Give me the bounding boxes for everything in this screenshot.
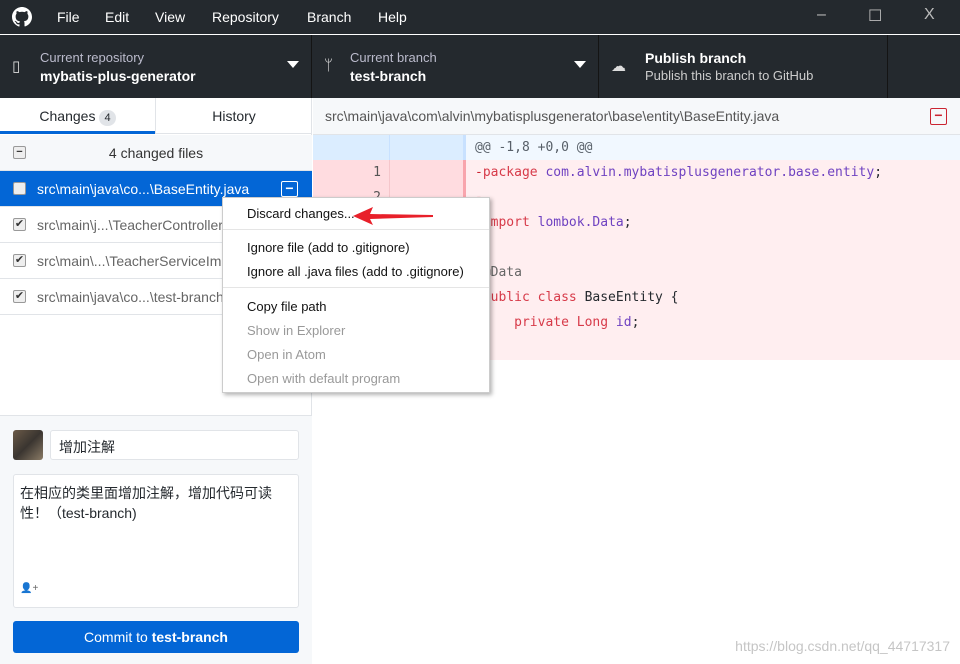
watermark: https://blog.csdn.net/qq_44717317 bbox=[735, 638, 950, 654]
commit-description-input[interactable]: 在相应的类里面增加注解，增加代码可读性！（test-branch) 👤+ bbox=[13, 474, 299, 608]
hunk-header: @@ -1,8 +0,0 @@ bbox=[313, 135, 960, 160]
menu-repository[interactable]: Repository bbox=[212, 9, 279, 25]
commit-button-branch: test-branch bbox=[151, 629, 228, 645]
commit-summary-input[interactable]: 增加注解 bbox=[50, 430, 299, 460]
branch-label: Current branch bbox=[350, 50, 437, 65]
minimize-button[interactable]: – bbox=[817, 6, 826, 24]
select-all-checkbox[interactable]: − bbox=[13, 146, 26, 159]
deleted-file-icon: − bbox=[930, 108, 947, 125]
commit-description-text: 在相应的类里面增加注解，增加代码可读性！（test-branch) bbox=[20, 485, 272, 521]
repo-label: Current repository bbox=[40, 50, 145, 65]
menu-separator bbox=[223, 229, 489, 230]
changed-files-header: − 4 changed files bbox=[0, 135, 312, 171]
close-button[interactable]: X bbox=[924, 6, 935, 24]
code-text: -import lombok.Data; bbox=[475, 215, 632, 230]
menu-item-discard-changes[interactable]: Discard changes... bbox=[247, 206, 355, 221]
code-text: -public class BaseEntity { bbox=[475, 290, 679, 305]
menu-help[interactable]: Help bbox=[378, 9, 407, 25]
tab-history[interactable]: History bbox=[155, 98, 312, 134]
menu-edit[interactable]: Edit bbox=[105, 9, 129, 25]
file-checkbox[interactable]: ✔ bbox=[13, 290, 26, 303]
menu-view[interactable]: View bbox=[155, 9, 185, 25]
diff-file-path: src\main\java\com\alvin\mybatisplusgener… bbox=[313, 98, 960, 135]
deleted-file-icon: − bbox=[281, 181, 298, 197]
menu-item-ignore-extension[interactable]: Ignore all .java files (add to .gitignor… bbox=[247, 264, 464, 279]
branch-icon: ᛘ bbox=[324, 57, 334, 74]
menu-item-open-in-atom: Open in Atom bbox=[247, 347, 326, 362]
code-text: -package com.alvin.mybatisplusgenerator.… bbox=[475, 165, 883, 180]
menu-item-open-default: Open with default program bbox=[247, 371, 401, 386]
toolbar: ▯ Current repository mybatis-plus-genera… bbox=[0, 35, 960, 98]
github-logo-icon bbox=[12, 7, 32, 27]
repo-icon: ▯ bbox=[12, 58, 21, 75]
file-checkbox[interactable] bbox=[13, 182, 26, 195]
menu-file[interactable]: File bbox=[57, 9, 80, 25]
cloud-upload-icon: ☁ bbox=[611, 58, 626, 75]
avatar bbox=[13, 430, 43, 460]
changed-files-count: 4 changed files bbox=[108, 145, 204, 161]
red-arrow-annotation bbox=[353, 207, 433, 225]
tab-changes[interactable]: Changes 4 bbox=[0, 98, 155, 134]
file-name: src\main\j...\TeacherController.java bbox=[37, 217, 252, 233]
add-coauthor-icon[interactable]: 👤+ bbox=[20, 579, 38, 599]
title-bar: File Edit View Repository Branch Help – … bbox=[0, 0, 960, 34]
tab-changes-label: Changes bbox=[39, 108, 96, 124]
maximize-button[interactable]: ☐ bbox=[868, 6, 882, 26]
current-repository-button[interactable]: ▯ Current repository mybatis-plus-genera… bbox=[0, 35, 312, 98]
commit-button-prefix: Commit to bbox=[84, 629, 152, 645]
menu-item-copy-path[interactable]: Copy file path bbox=[247, 299, 327, 314]
menu-item-ignore-file[interactable]: Ignore file (add to .gitignore) bbox=[247, 240, 410, 255]
gutter bbox=[313, 135, 390, 160]
file-name: src\main\java\co...\BaseEntity.java bbox=[37, 181, 250, 197]
publish-branch-button[interactable]: ☁ Publish branch Publish this branch to … bbox=[599, 35, 888, 98]
hunk-text: @@ -1,8 +0,0 @@ bbox=[475, 140, 593, 155]
caret-down-icon bbox=[287, 61, 299, 68]
branch-name: test-branch bbox=[350, 68, 427, 84]
file-checkbox[interactable]: ✔ bbox=[13, 218, 26, 231]
gutter bbox=[390, 135, 466, 160]
file-name: src\main\java\co...\test-branch bbox=[37, 289, 224, 305]
context-menu: Discard changes... Ignore file (add to .… bbox=[222, 197, 490, 393]
menu-item-show-in-explorer: Show in Explorer bbox=[247, 323, 346, 338]
new-line-number bbox=[390, 160, 466, 185]
commit-button[interactable]: Commit to test-branch bbox=[13, 621, 299, 653]
current-branch-button[interactable]: ᛘ Current branch test-branch bbox=[312, 35, 599, 98]
publish-label: Publish branch bbox=[645, 50, 747, 66]
old-line-number: 1 bbox=[313, 160, 390, 185]
commit-panel: 增加注解 在相应的类里面增加注解，增加代码可读性！（test-branch) 👤… bbox=[0, 415, 312, 664]
changes-count-badge: 4 bbox=[99, 110, 116, 126]
repo-name: mybatis-plus-generator bbox=[40, 68, 196, 84]
caret-down-icon bbox=[574, 61, 586, 68]
diff-line: 1 -package com.alvin.mybatisplusgenerator… bbox=[313, 160, 960, 185]
publish-description: Publish this branch to GitHub bbox=[645, 68, 814, 83]
file-checkbox[interactable]: ✔ bbox=[13, 254, 26, 267]
menu-branch[interactable]: Branch bbox=[307, 9, 351, 25]
file-path: src\main\java\com\alvin\mybatisplusgener… bbox=[325, 108, 780, 124]
code-text: - private Long id; bbox=[475, 315, 640, 330]
menu-separator bbox=[223, 287, 489, 288]
